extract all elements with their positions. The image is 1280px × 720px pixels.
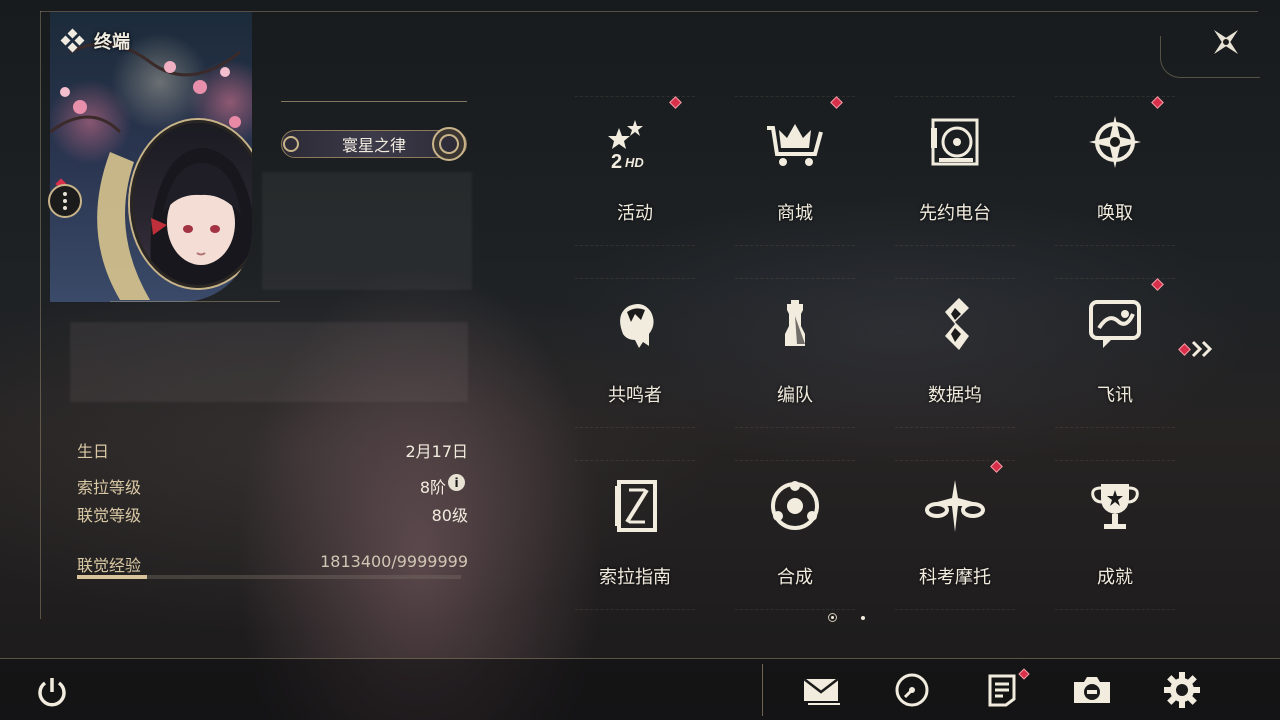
blurred-name-panel <box>262 172 472 290</box>
menu-item-shop[interactable]: 商城 <box>735 96 855 246</box>
mail-icon <box>803 678 840 705</box>
union-level-label: 联觉等级 <box>77 506 142 525</box>
union-exp-value: 1813400/9999999 <box>320 552 468 571</box>
info-icon[interactable]: i <box>448 474 465 491</box>
exp-progress-bar <box>77 575 461 579</box>
sola-level-label: 索拉等级 <box>77 478 142 497</box>
menu-label: 合成 <box>777 567 813 588</box>
blurred-signature-panel <box>70 322 468 402</box>
gear-icon <box>1164 672 1200 708</box>
menu-item-convene[interactable]: 唤取 <box>1055 96 1175 246</box>
avatar-divider <box>110 301 280 302</box>
notes-button[interactable] <box>982 670 1022 710</box>
menu-label: 共鸣者 <box>608 385 662 406</box>
chess-team-icon <box>762 291 828 357</box>
union-exp-label: 联觉经验 <box>77 556 142 575</box>
motorbike-icon <box>922 473 988 539</box>
page-indicator[interactable] <box>861 616 865 620</box>
clock-button[interactable] <box>892 670 932 710</box>
avatar-character-art <box>150 148 252 285</box>
sola-level-value: 8阶 <box>419 478 446 497</box>
guide-book-icon <box>602 473 668 539</box>
settings-button[interactable] <box>1162 670 1202 710</box>
resonator-head-icon <box>602 291 668 357</box>
menu-item-achievement[interactable]: 成就 <box>1055 460 1175 610</box>
menu-item-motorbike[interactable]: 科考摩托 <box>895 460 1015 610</box>
camera-icon <box>1074 677 1110 703</box>
svg-text:HD: HD <box>625 155 644 170</box>
camera-button[interactable] <box>1072 670 1112 710</box>
menu-label: 编队 <box>777 385 813 406</box>
menu-item-radio[interactable]: 先约电台 <box>895 96 1015 246</box>
exp-progress-fill <box>77 575 147 579</box>
title-right-ornament <box>432 127 466 161</box>
menu-label: 索拉指南 <box>599 567 671 588</box>
union-level-value: 80级 <box>431 506 468 525</box>
menu-label: 先约电台 <box>919 203 991 224</box>
power-button[interactable] <box>32 672 72 712</box>
diamond-cluster-icon <box>60 28 85 53</box>
menu-label: 活动 <box>617 203 653 224</box>
menu-dot <box>63 199 67 203</box>
menu-item-resonators[interactable]: 共鸣者 <box>575 278 695 428</box>
menu-label: 科考摩托 <box>919 567 991 588</box>
notes-icon <box>988 674 1016 707</box>
avatar-menu-button[interactable] <box>48 184 82 218</box>
frame-left-line <box>40 11 41 619</box>
menu-label: 飞讯 <box>1097 385 1133 406</box>
trophy-icon <box>1082 473 1148 539</box>
next-page-button[interactable] <box>1178 340 1215 358</box>
player-title-text: 寰星之律 <box>341 136 406 155</box>
compass-star-icon <box>1082 109 1148 175</box>
message-bubble-icon <box>1082 291 1148 357</box>
clock-icon <box>895 673 929 707</box>
close-star-icon <box>1213 29 1239 55</box>
bottom-divider <box>762 664 763 716</box>
menu-item-messages[interactable]: 飞讯 <box>1055 278 1175 428</box>
birthday-value: 2月17日 <box>405 442 468 461</box>
synthesis-orbit-icon <box>762 473 828 539</box>
close-button[interactable] <box>1206 22 1246 62</box>
birthday-label: 生日 <box>77 442 110 461</box>
avatar-card[interactable] <box>50 12 252 302</box>
page-title-text: 终端 <box>94 32 130 53</box>
menu-item-data-dock[interactable]: 数据坞 <box>895 278 1015 428</box>
radio-disc-icon <box>922 109 988 175</box>
name-divider <box>281 101 467 102</box>
svg-text:2: 2 <box>611 151 622 172</box>
next-page-notification-badge <box>1178 342 1191 356</box>
shop-cart-icon <box>762 109 828 175</box>
data-dock-icon <box>922 291 988 357</box>
double-chevron-right-icon <box>1191 340 1213 358</box>
menu-label: 唤取 <box>1097 203 1133 224</box>
menu-item-team[interactable]: 编队 <box>735 278 855 428</box>
menu-label: 商城 <box>777 203 813 224</box>
menu-dot <box>63 206 67 210</box>
menu-item-guide[interactable]: 索拉指南 <box>575 460 695 610</box>
event-2hd-icon: 2 HD <box>602 109 668 175</box>
menu-item-event[interactable]: 2 HD 活动 <box>575 96 695 246</box>
title-left-ornament <box>283 136 299 152</box>
menu-item-synthesis[interactable]: 合成 <box>735 460 855 610</box>
page-title: 终端 <box>60 28 130 54</box>
menu-label: 数据坞 <box>928 385 982 406</box>
menu-label: 成就 <box>1097 567 1133 588</box>
power-icon <box>38 678 66 707</box>
page-indicator-active[interactable] <box>828 613 837 622</box>
menu-dot <box>63 192 67 196</box>
mail-button[interactable] <box>802 670 842 710</box>
